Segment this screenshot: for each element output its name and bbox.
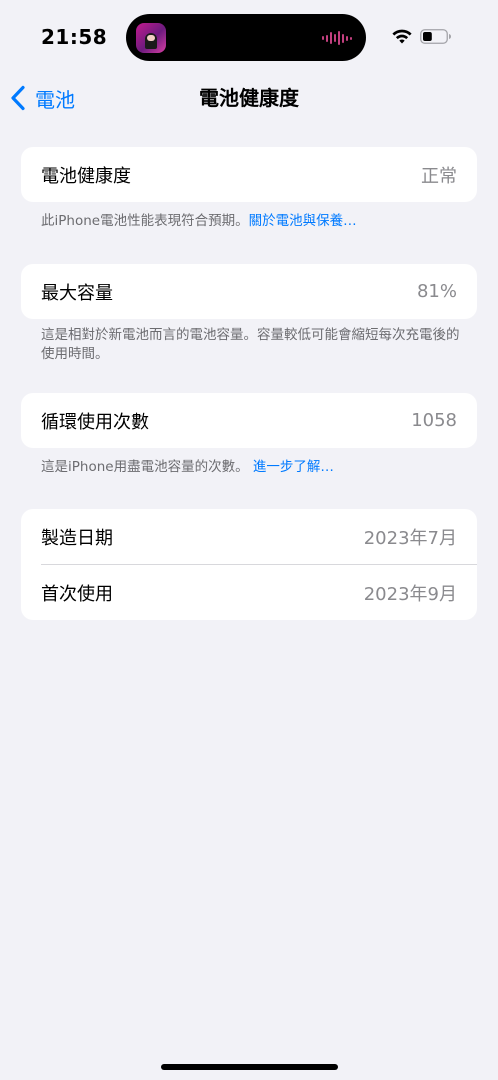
manufacture-date-row: 製造日期 2023年7月 [21,509,477,564]
maximum-capacity-card: 最大容量 81% [21,264,477,319]
first-use-label: 首次使用 [41,583,113,605]
chevron-left-icon [11,85,25,111]
cycle-count-value: 1058 [411,410,457,431]
status-bar: 21:58 [0,0,498,74]
first-use-row: 首次使用 2023年9月 [21,565,477,620]
battery-health-card: 電池健康度 正常 [21,147,477,202]
learn-more-link[interactable]: 進一步了解… [253,459,334,475]
now-playing-app-icon [136,23,166,53]
cycle-count-footer: 這是iPhone用盡電池容量的次數。 進一步了解… [41,458,461,477]
back-button[interactable]: 電池 [10,78,75,118]
cycle-count-row: 循環使用次數 1058 [21,393,477,448]
manufacture-date-label: 製造日期 [41,527,113,549]
maximum-capacity-row: 最大容量 81% [21,264,477,319]
dates-card: 製造日期 2023年7月 首次使用 2023年9月 [21,509,477,620]
cycle-count-card: 循環使用次數 1058 [21,393,477,448]
battery-care-link[interactable]: 關於電池與保養… [249,213,357,229]
status-time: 21:58 [41,25,108,49]
navigation-bar: 電池 電池健康度 [0,78,498,118]
battery-health-footer: 此iPhone電池性能表現符合預期。關於電池與保養… [41,212,461,231]
first-use-value: 2023年9月 [363,583,457,605]
manufacture-date-value: 2023年7月 [363,527,457,549]
audio-waveform-icon [322,30,352,46]
dynamic-island[interactable] [126,14,366,61]
wifi-icon [392,29,412,44]
maximum-capacity-value: 81% [416,281,457,302]
home-indicator[interactable] [161,1064,338,1070]
cycle-count-footer-text: 這是iPhone用盡電池容量的次數。 [41,459,249,475]
battery-health-value: 正常 [421,165,457,187]
cycle-count-label: 循環使用次數 [41,411,149,433]
back-button-label: 電池 [35,87,75,112]
maximum-capacity-label: 最大容量 [41,282,113,304]
battery-icon [420,29,451,44]
battery-health-row: 電池健康度 正常 [21,147,477,202]
battery-health-footer-text: 此iPhone電池性能表現符合預期。 [41,213,249,229]
maximum-capacity-footer: 這是相對於新電池而言的電池容量。容量較低可能會縮短每次充電後的使用時間。 [41,327,460,362]
battery-health-label: 電池健康度 [41,165,131,187]
